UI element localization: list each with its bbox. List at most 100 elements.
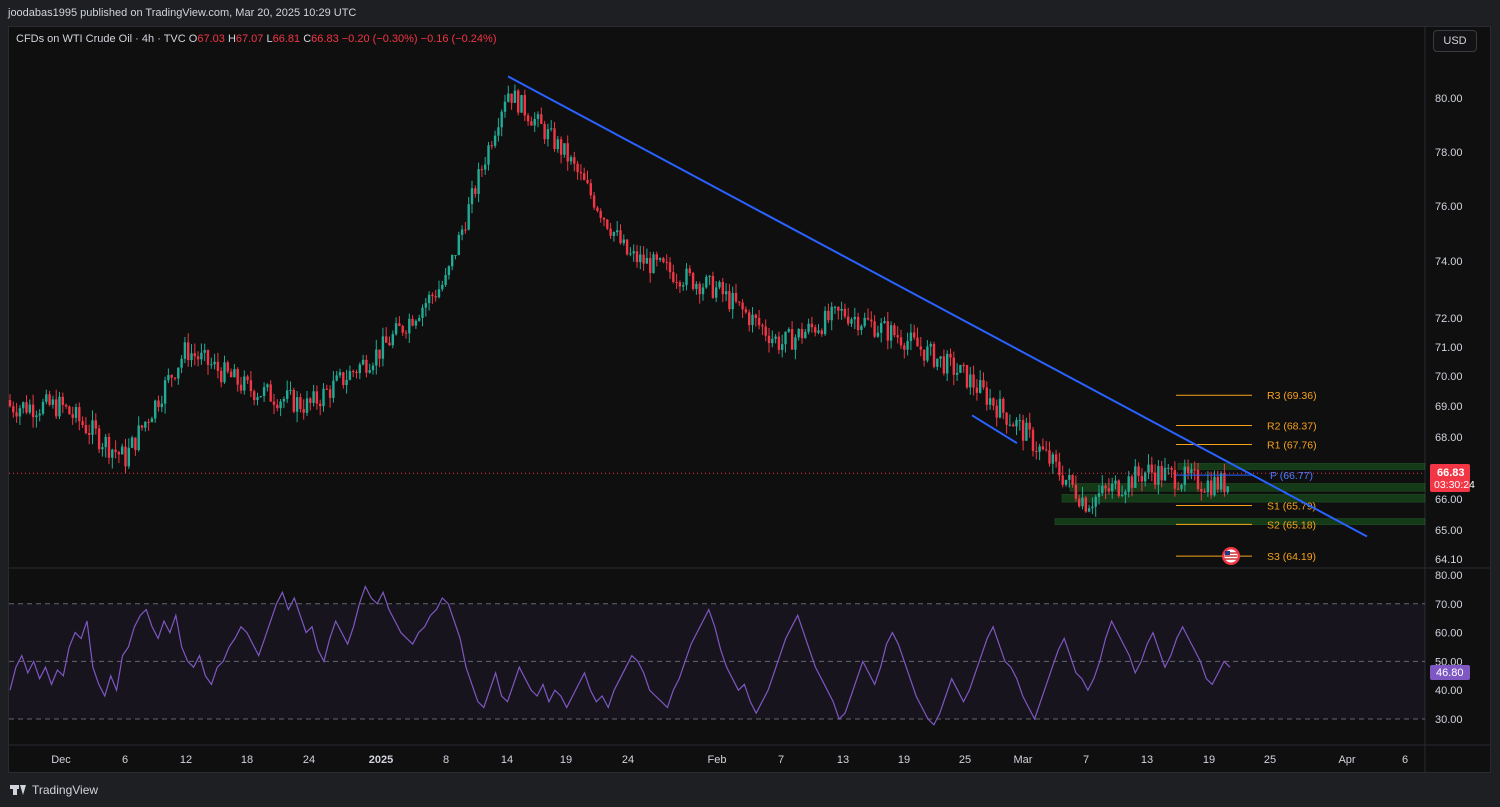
candle[interactable]: [22, 401, 25, 414]
candle[interactable]: [540, 107, 543, 125]
candle[interactable]: [517, 88, 520, 116]
candle[interactable]: [708, 275, 711, 286]
candle[interactable]: [378, 349, 381, 368]
candle[interactable]: [1038, 443, 1041, 461]
chart-canvas[interactable]: 80.00 78.00 76.00 74.00 72.00 71.00 70.00 69.00…: [0, 0, 1500, 807]
candle[interactable]: [269, 380, 272, 402]
candle[interactable]: [299, 393, 302, 413]
candle[interactable]: [1117, 479, 1120, 498]
candle[interactable]: [1008, 414, 1012, 427]
candle[interactable]: [781, 334, 784, 358]
candle[interactable]: [401, 324, 404, 336]
candle[interactable]: [784, 331, 787, 353]
candle[interactable]: [104, 434, 107, 458]
candle[interactable]: [913, 324, 916, 340]
candle[interactable]: [127, 438, 130, 469]
candle[interactable]: [774, 334, 777, 344]
candle[interactable]: [1186, 459, 1190, 480]
candle[interactable]: [253, 389, 256, 406]
candle[interactable]: [371, 362, 375, 375]
candle[interactable]: [84, 416, 88, 435]
candle[interactable]: [1021, 414, 1025, 451]
candle[interactable]: [510, 93, 513, 110]
candle[interactable]: [652, 251, 655, 274]
candle[interactable]: [262, 382, 266, 402]
candle[interactable]: [229, 368, 233, 378]
candle[interactable]: [35, 410, 38, 428]
candle[interactable]: [167, 368, 170, 384]
candle[interactable]: [503, 94, 507, 118]
candle[interactable]: [236, 367, 239, 392]
candle[interactable]: [427, 291, 431, 311]
candle[interactable]: [949, 348, 952, 367]
candle[interactable]: [368, 363, 371, 374]
candle[interactable]: [154, 399, 157, 423]
candle[interactable]: [1028, 412, 1031, 438]
candle[interactable]: [1058, 452, 1061, 481]
candle[interactable]: [497, 118, 500, 142]
candle[interactable]: [140, 424, 144, 431]
candle[interactable]: [101, 442, 104, 457]
candle[interactable]: [715, 280, 718, 303]
candle[interactable]: [751, 307, 754, 333]
candle[interactable]: [688, 265, 691, 276]
trendline[interactable]: [507, 75, 1368, 538]
candle[interactable]: [955, 363, 959, 381]
candle[interactable]: [880, 318, 883, 343]
candle[interactable]: [536, 111, 540, 128]
candle[interactable]: [639, 245, 642, 270]
candle[interactable]: [130, 435, 134, 449]
candle[interactable]: [279, 399, 282, 417]
candle[interactable]: [899, 329, 903, 349]
candle[interactable]: [559, 136, 563, 164]
candle[interactable]: [533, 112, 536, 133]
candle[interactable]: [827, 303, 830, 324]
candle[interactable]: [856, 312, 860, 336]
candle[interactable]: [88, 424, 91, 445]
candle[interactable]: [170, 374, 173, 387]
candle[interactable]: [206, 349, 210, 375]
candle[interactable]: [616, 221, 619, 237]
candle[interactable]: [249, 371, 253, 398]
tradingview-logo[interactable]: TradingView: [10, 783, 98, 797]
candle[interactable]: [107, 433, 111, 465]
candle[interactable]: [744, 306, 748, 314]
candle[interactable]: [965, 364, 969, 390]
candle[interactable]: [790, 321, 794, 350]
candle[interactable]: [1074, 475, 1078, 502]
candle[interactable]: [668, 257, 672, 279]
candle[interactable]: [873, 315, 876, 339]
candle[interactable]: [896, 326, 899, 344]
candle[interactable]: [672, 264, 675, 284]
candle[interactable]: [266, 383, 269, 392]
candle[interactable]: [173, 376, 177, 381]
candle[interactable]: [962, 362, 965, 373]
candle[interactable]: [810, 316, 814, 333]
candle[interactable]: [942, 349, 946, 376]
candle[interactable]: [434, 289, 437, 302]
candle[interactable]: [12, 401, 15, 418]
candle[interactable]: [830, 302, 833, 331]
candle[interactable]: [1041, 438, 1045, 451]
candle[interactable]: [388, 336, 391, 346]
candle[interactable]: [134, 437, 137, 456]
candle[interactable]: [233, 363, 236, 378]
candle[interactable]: [193, 343, 196, 366]
candle[interactable]: [408, 313, 411, 343]
candle[interactable]: [658, 257, 662, 262]
candle[interactable]: [282, 396, 286, 409]
candle[interactable]: [853, 307, 856, 330]
candle[interactable]: [97, 425, 101, 454]
candle[interactable]: [213, 353, 216, 370]
candle[interactable]: [81, 416, 84, 428]
candle[interactable]: [391, 330, 394, 349]
candle[interactable]: [602, 217, 606, 227]
candle[interactable]: [243, 370, 246, 395]
candle[interactable]: [507, 85, 510, 103]
candle[interactable]: [431, 292, 434, 304]
candle[interactable]: [1213, 470, 1216, 497]
candle[interactable]: [665, 254, 668, 271]
candle[interactable]: [678, 280, 682, 293]
candle[interactable]: [520, 94, 523, 113]
candle[interactable]: [338, 368, 342, 378]
